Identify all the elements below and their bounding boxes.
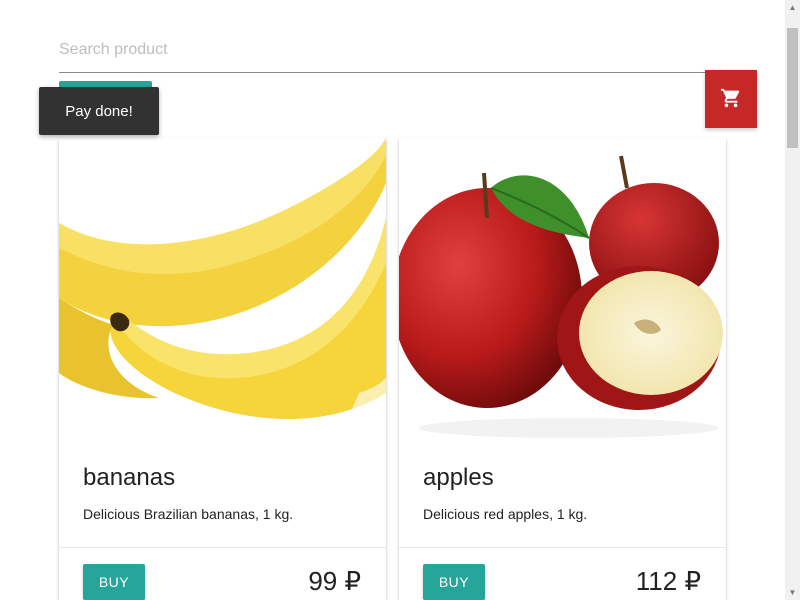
search-input[interactable]: [59, 30, 705, 70]
toast-message: Pay done!: [65, 102, 133, 120]
scroll-down-arrow-icon[interactable]: ▼: [785, 585, 800, 600]
product-title: apples: [423, 464, 494, 491]
product-card: bananas Delicious Brazilian bananas, 1 k…: [59, 138, 386, 600]
page-scrollbar[interactable]: ▲ ▼: [785, 0, 800, 600]
search-field: [59, 30, 705, 73]
product-image-apples: [399, 138, 726, 438]
product-price: 99 ₽: [308, 566, 361, 596]
cart-button[interactable]: [705, 70, 757, 128]
card-action: BUY 112 ₽: [399, 548, 726, 600]
buy-button[interactable]: BUY: [83, 564, 145, 600]
scroll-up-arrow-icon[interactable]: ▲: [785, 0, 800, 15]
scrollbar-thumb[interactable]: [787, 28, 798, 148]
product-title: bananas: [83, 464, 176, 491]
card-action: BUY 99 ₽: [59, 548, 386, 600]
card-content: apples Delicious red apples, 1 kg.: [399, 438, 726, 548]
product-description: Delicious red apples, 1 kg.: [423, 506, 588, 522]
toast-notification: Pay done!: [39, 87, 159, 135]
product-price: 112 ₽: [635, 566, 701, 596]
product-image-bananas: [59, 138, 386, 438]
product-description: Delicious Brazilian bananas, 1 kg.: [83, 506, 294, 522]
product-card: apples Delicious red apples, 1 kg. BUY 1…: [399, 138, 726, 600]
buy-button[interactable]: BUY: [423, 564, 485, 600]
card-content: bananas Delicious Brazilian bananas, 1 k…: [59, 438, 386, 548]
shopping-cart-icon: [720, 87, 742, 112]
